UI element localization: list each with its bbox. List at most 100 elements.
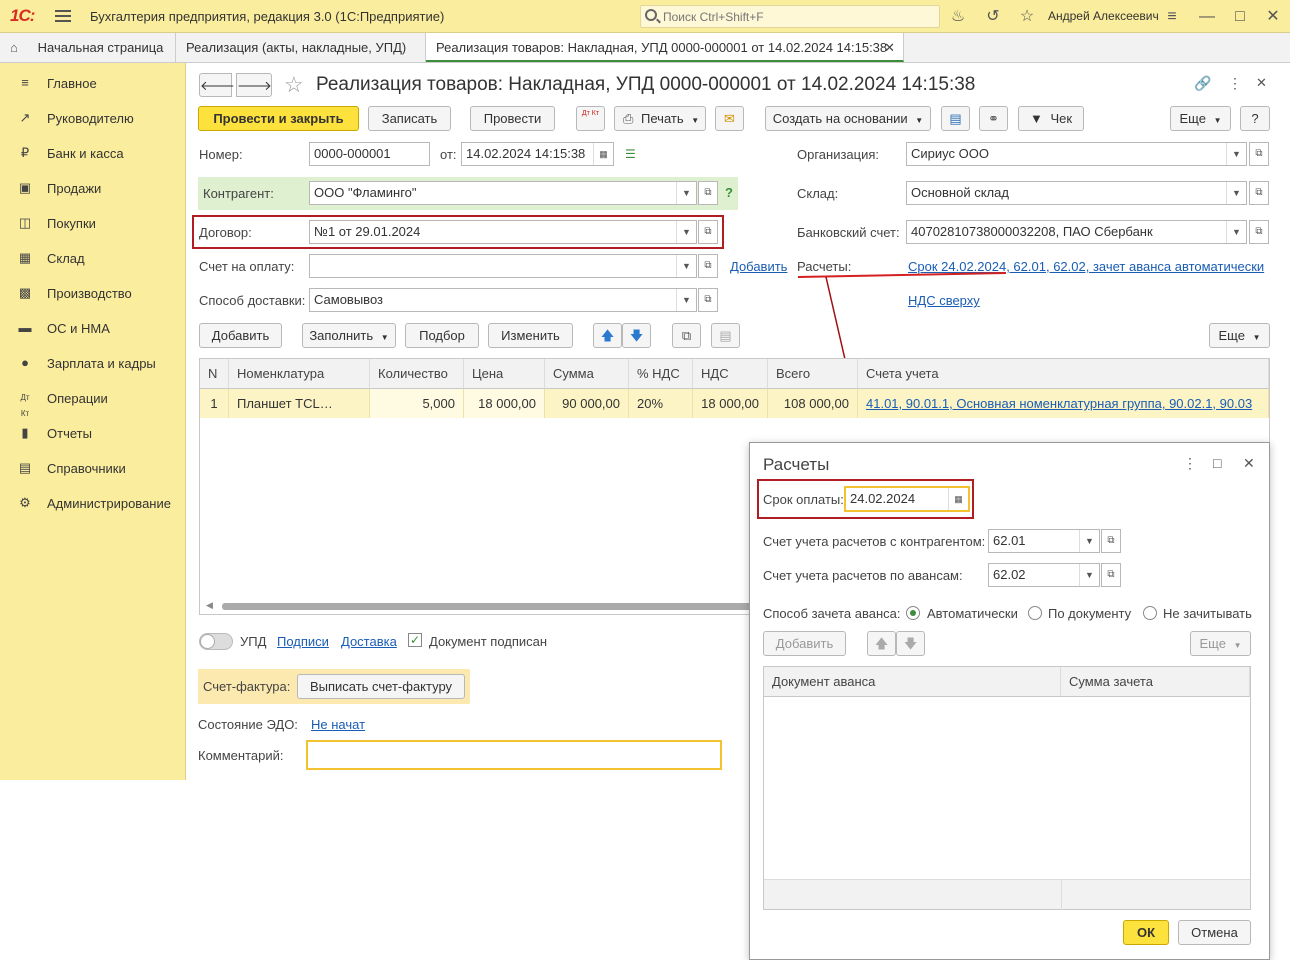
open-acc-counterparty-button[interactable]: ⧉ — [1101, 529, 1121, 553]
date-field[interactable]: 14.02.2024 14:15:38 ▦ — [461, 142, 614, 166]
offset-auto-radio[interactable] — [906, 606, 920, 620]
edo-status-link[interactable]: Не начат — [311, 717, 365, 732]
invoice-field[interactable]: ▼ — [309, 254, 697, 278]
open-acc-advance-button[interactable]: ⧉ — [1101, 563, 1121, 587]
column-header[interactable]: Документ аванса — [764, 667, 1061, 697]
sidebar-item-bank[interactable]: ₽ Банк и касса — [0, 135, 186, 170]
pick-button[interactable]: Подбор — [405, 323, 479, 348]
chevron-down-icon[interactable]: ▼ — [676, 289, 696, 311]
delivery-link[interactable]: Доставка — [341, 634, 397, 649]
chevron-down-icon[interactable]: ▼ — [1226, 221, 1246, 243]
maximize-icon[interactable]: □ — [1213, 455, 1221, 471]
scroll-left-icon[interactable]: ◀ — [206, 600, 213, 611]
close-icon[interactable]: ✕ — [1243, 455, 1255, 472]
sidebar-item-sales[interactable]: ▣ Продажи — [0, 170, 186, 205]
offset-none-radio[interactable] — [1143, 606, 1157, 620]
print-button[interactable]: ⎙ Печать ▼ — [614, 106, 706, 131]
maximize-icon[interactable]: □ — [1230, 7, 1250, 27]
back-button[interactable]: 🡐 — [199, 73, 235, 97]
tab-sales-document[interactable]: Реализация товаров: Накладная, УПД 0000-… — [426, 33, 904, 62]
star-icon[interactable]: ☆ — [1017, 7, 1037, 27]
settings-menu-icon[interactable]: ≡ — [1162, 7, 1182, 27]
minimize-icon[interactable]: — — [1197, 7, 1217, 27]
paste-rows-button[interactable]: ▤ — [711, 323, 740, 348]
email-button[interactable]: ✉ — [715, 106, 744, 131]
open-invoice-button[interactable]: ⧉ — [698, 254, 718, 278]
chevron-down-icon[interactable]: ▼ — [1226, 143, 1246, 165]
delivery-field[interactable]: Самовывоз ▼ — [309, 288, 697, 312]
offset-by-document-radio[interactable] — [1028, 606, 1042, 620]
sidebar-item-assets[interactable]: ▬ ОС и НМА — [0, 310, 186, 345]
calendar-icon[interactable]: ▦ — [948, 488, 968, 510]
sidebar-item-manager[interactable]: ↗ Руководителю — [0, 100, 186, 135]
organization-field[interactable]: Сириус ООО ▼ — [906, 142, 1247, 166]
column-header[interactable]: НДС — [693, 359, 768, 389]
save-button[interactable]: Записать — [368, 106, 451, 131]
tab-sales-list[interactable]: Реализация (акты, накладные, УПД) — [176, 33, 426, 62]
signed-checkbox[interactable]: ✓ — [408, 633, 422, 647]
help-question-icon[interactable]: ? — [725, 185, 733, 200]
sidebar-item-operations[interactable]: Дт Кт Операции — [0, 380, 186, 418]
history-icon[interactable]: ↺ — [983, 7, 1003, 27]
horizontal-scrollbar[interactable] — [222, 603, 752, 610]
post-button[interactable]: Провести — [470, 106, 555, 131]
dialog-move-down-button[interactable]: 🡇 — [896, 631, 925, 656]
sidebar-item-purchases[interactable]: ◫ Покупки — [0, 205, 186, 240]
open-warehouse-button[interactable]: ⧉ — [1249, 181, 1269, 205]
column-header[interactable]: Количество — [370, 359, 464, 389]
dialog-add-button[interactable]: Добавить — [763, 631, 846, 656]
sidebar-item-warehouse[interactable]: ▦ Склад — [0, 240, 186, 275]
signatures-link[interactable]: Подписи — [277, 634, 329, 649]
search-input[interactable] — [663, 8, 933, 25]
due-date-field[interactable]: 24.02.2024 ▦ — [844, 486, 970, 512]
move-down-button[interactable]: 🡇 — [622, 323, 651, 348]
column-header[interactable]: Счета учета — [858, 359, 1269, 389]
cancel-button[interactable]: Отмена — [1178, 920, 1251, 945]
chevron-down-icon[interactable]: ▼ — [676, 182, 696, 204]
tab-home[interactable]: ⌂ Начальная страница — [0, 33, 176, 62]
dialog-more-button[interactable]: Еще ▼ — [1190, 631, 1251, 656]
acc-counterparty-field[interactable]: 62.01 ▼ — [988, 529, 1100, 553]
open-organization-button[interactable]: ⧉ — [1249, 142, 1269, 166]
issue-invoice-button[interactable]: Выписать счет-фактуру — [297, 674, 465, 699]
structure-button[interactable]: ▤ — [941, 106, 970, 131]
table-row[interactable]: 1 Планшет TCL… 5,000 18 000,00 90 000,00… — [200, 389, 1269, 418]
favorite-star-icon[interactable]: ☆ — [284, 72, 304, 98]
user-name[interactable]: Андрей Алексеевич — [1048, 9, 1159, 23]
counterparty-field[interactable]: ООО "Фламинго" ▼ — [309, 181, 697, 205]
forward-button[interactable]: 🡒 — [236, 73, 272, 97]
ok-button[interactable]: ОК — [1123, 920, 1169, 945]
column-header[interactable]: Всего — [768, 359, 858, 389]
add-row-button[interactable]: Добавить — [199, 323, 282, 348]
chevron-down-icon[interactable]: ▼ — [676, 255, 696, 277]
chevron-down-icon[interactable]: ▼ — [1226, 182, 1246, 204]
main-menu-icon[interactable] — [55, 8, 71, 24]
post-and-close-button[interactable]: Провести и закрыть — [198, 106, 359, 131]
acc-advance-field[interactable]: 62.02 ▼ — [988, 563, 1100, 587]
bell-icon[interactable]: ♨ — [948, 7, 968, 27]
column-header[interactable]: % НДС — [629, 359, 693, 389]
table-cell-link[interactable]: 41.01, 90.01.1, Основная номенклатурная … — [858, 389, 1269, 418]
warehouse-field[interactable]: Основной склад ▼ — [906, 181, 1247, 205]
move-up-button[interactable]: 🡅 — [593, 323, 622, 348]
change-button[interactable]: Изменить — [488, 323, 573, 348]
more-vertical-icon[interactable]: ⋮ — [1183, 455, 1197, 472]
chevron-down-icon[interactable]: ▼ — [1079, 564, 1099, 586]
create-based-on-button[interactable]: Создать на основании ▼ — [765, 106, 931, 131]
bank-account-field[interactable]: 40702810738000032208, ПАО Сбербанк ▼ — [906, 220, 1247, 244]
chevron-down-icon[interactable]: ▼ — [1079, 530, 1099, 552]
open-counterparty-button[interactable]: ⧉ — [698, 181, 718, 205]
upd-toggle[interactable] — [199, 633, 233, 650]
sidebar-item-admin[interactable]: ⚙ Администрирование — [0, 485, 186, 520]
open-delivery-button[interactable]: ⧉ — [698, 288, 718, 312]
dt-kt-button[interactable]: Дт Кт — [576, 106, 605, 131]
link-icon[interactable]: 🔗 — [1194, 75, 1211, 92]
close-tab-icon[interactable]: ✕ — [884, 33, 895, 62]
column-header[interactable]: Номенклатура — [229, 359, 370, 389]
column-header[interactable]: Сумма зачета — [1061, 667, 1250, 697]
sidebar-item-catalogs[interactable]: ▤ Справочники — [0, 450, 186, 485]
contract-field[interactable]: №1 от 29.01.2024 ▼ — [309, 220, 697, 244]
comment-field[interactable] — [306, 740, 722, 770]
more-vertical-icon[interactable]: ⋮ — [1228, 75, 1242, 92]
attach-button[interactable]: ⚭ — [979, 106, 1008, 131]
